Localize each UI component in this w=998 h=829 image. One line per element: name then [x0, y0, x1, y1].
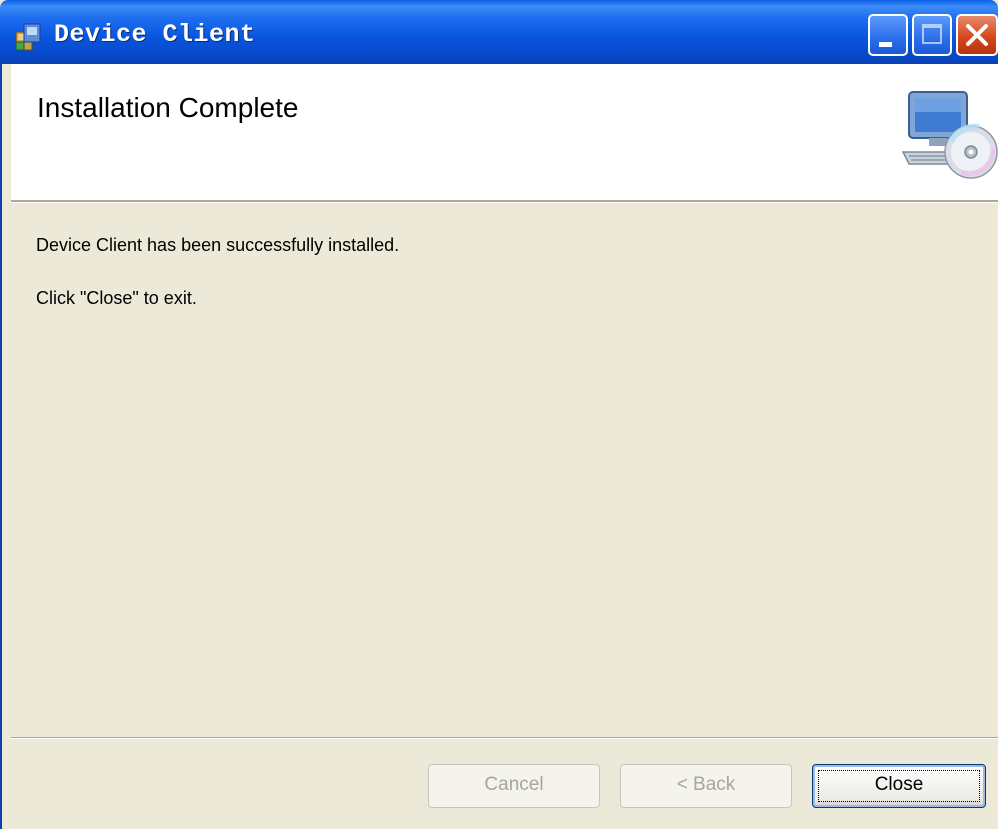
page-title: Installation Complete [37, 92, 299, 123]
dialog-header: Installation Complete [11, 64, 998, 200]
window-frame-left [0, 64, 11, 829]
minimize-icon [879, 42, 892, 47]
footer-divider [11, 737, 998, 739]
close-button-label: Close [874, 774, 924, 795]
maximize-button[interactable] [912, 14, 952, 56]
cancel-button[interactable]: Cancel [428, 764, 600, 808]
close-icon [966, 24, 988, 46]
computer-cd-setup-icon [901, 91, 998, 179]
header-divider [11, 200, 998, 203]
back-button[interactable]: < Back [620, 764, 792, 808]
cancel-button-label: Cancel [484, 774, 544, 795]
installer-package-icon [15, 23, 41, 51]
close-window-button[interactable] [956, 14, 998, 56]
back-button-label: < Back [676, 774, 736, 795]
exit-instruction: Click "Close" to exit. [36, 288, 197, 308]
close-button[interactable]: Close [812, 764, 986, 808]
title-bar[interactable]: Device Client [0, 0, 998, 64]
maximize-icon [922, 24, 942, 44]
window-title: Device Client [54, 20, 256, 49]
success-message: Device Client has been successfully inst… [36, 235, 400, 255]
minimize-button[interactable] [868, 14, 908, 56]
installer-window: Device Client Installation Complete Devi… [0, 0, 998, 829]
